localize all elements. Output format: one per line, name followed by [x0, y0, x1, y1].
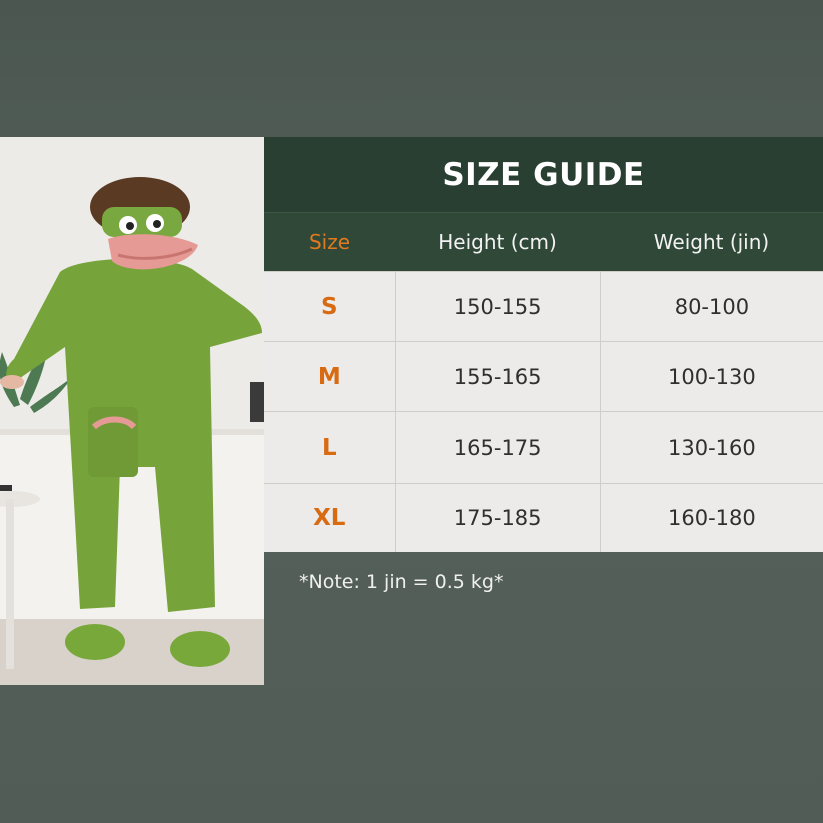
height-cell: 155-165: [394, 341, 600, 411]
weight-cell: 130-160: [599, 411, 823, 483]
table-header-row: Size Height (cm) Weight (jin): [264, 212, 823, 271]
size-cell: M: [264, 341, 395, 411]
header-height: Height (cm): [438, 230, 557, 254]
table-row: S 150-155 80-100: [264, 271, 823, 341]
size-cell: XL: [264, 483, 395, 552]
weight-cell: 80-100: [599, 271, 823, 341]
header-size: Size: [308, 230, 351, 254]
height-cell: 175-185: [394, 483, 600, 552]
table-row: L 165-175 130-160: [264, 411, 823, 483]
size-guide-title: SIZE GUIDE: [264, 137, 823, 212]
size-cell: S: [264, 271, 395, 341]
table-row: XL 175-185 160-180: [264, 483, 823, 552]
table-row: M 155-165 100-130: [264, 341, 823, 411]
weight-cell: 100-130: [599, 341, 823, 411]
height-cell: 150-155: [394, 271, 600, 341]
frog-costume-photo: [0, 137, 264, 685]
weight-cell: 160-180: [599, 483, 823, 552]
header-weight: Weight (jin): [653, 230, 770, 254]
conversion-note: *Note: 1 jin = 0.5 kg*: [299, 571, 504, 593]
size-guide-table: SIZE GUIDE Size Height (cm) Weight (jin)…: [264, 137, 823, 552]
product-photo: [0, 137, 264, 685]
height-cell: 165-175: [394, 411, 600, 483]
size-cell: L: [264, 411, 395, 483]
